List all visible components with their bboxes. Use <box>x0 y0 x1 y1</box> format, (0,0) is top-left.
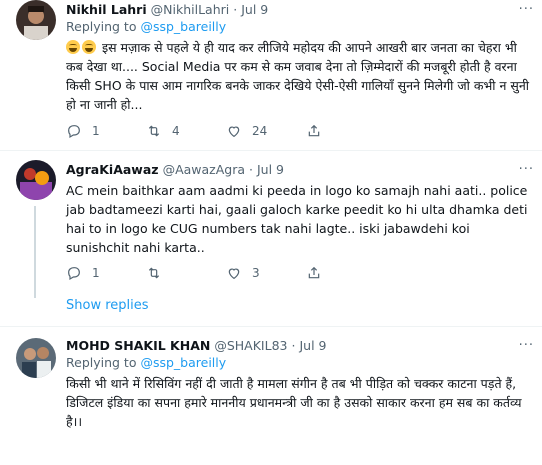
replying-to-label: Replying to <box>66 19 137 34</box>
reply-count: 1 <box>92 266 100 280</box>
tweet-date[interactable]: Jul 9 <box>257 162 284 177</box>
reply-button[interactable]: 1 <box>66 123 146 139</box>
tweet-actions: 1 3 <box>66 265 386 281</box>
thread-line <box>34 206 36 298</box>
like-count: 24 <box>252 124 268 138</box>
replying-to-mention[interactable]: @ssp_bareilly <box>140 19 226 34</box>
author-name[interactable]: Nikhil Lahri <box>66 2 147 17</box>
tweet-date[interactable]: Jul 9 <box>299 338 326 353</box>
retweet-icon <box>148 125 160 137</box>
like-icon <box>228 268 240 280</box>
more-options-icon[interactable]: ··· <box>519 162 534 177</box>
reply-icon <box>68 267 80 281</box>
reply-icon <box>68 125 80 139</box>
replying-to: Replying to @ssp_bareilly <box>66 355 534 373</box>
retweet-button[interactable] <box>146 265 226 281</box>
laughing-emoji-icon <box>82 40 96 54</box>
reply-count: 1 <box>92 124 100 138</box>
tweet-3[interactable]: MOHD SHAKIL KHAN @SHAKIL83 · Jul 9 Reply… <box>0 336 542 465</box>
more-options-icon[interactable]: ··· <box>519 338 534 353</box>
replying-to: Replying to @ssp_bareilly <box>66 19 534 37</box>
share-icon <box>308 124 320 137</box>
share-button[interactable] <box>306 123 386 139</box>
more-options-icon[interactable]: ··· <box>519 2 534 17</box>
retweet-icon <box>148 267 160 279</box>
author-handle[interactable]: @SHAKIL83 <box>214 338 287 353</box>
avatar[interactable] <box>16 338 56 378</box>
separator-dot: · <box>291 337 296 353</box>
retweet-count: 4 <box>172 124 180 138</box>
like-button[interactable]: 24 <box>226 123 306 139</box>
tweet-text: किसी भी थाने में रिसिविंग नहीं दी जाती ह… <box>66 376 522 429</box>
share-button[interactable] <box>306 265 386 281</box>
replying-to-mention[interactable]: @ssp_bareilly <box>140 355 226 370</box>
replying-to-label: Replying to <box>66 355 137 370</box>
separator-dot: · <box>249 161 253 177</box>
avatar[interactable] <box>16 0 56 40</box>
like-icon <box>228 126 240 138</box>
tweet-actions: 1 4 24 <box>66 123 386 139</box>
avatar[interactable] <box>16 160 56 200</box>
share-icon <box>308 266 320 279</box>
author-handle[interactable]: @NikhilLahri <box>151 2 230 17</box>
tweet-text: AC mein baithkar aam aadmi ki peeda in l… <box>66 183 528 255</box>
retweet-button[interactable]: 4 <box>146 123 226 139</box>
tweet-text-content: इस मज़ाक से पहले ये ही याद कर लीजिये महो… <box>66 40 529 112</box>
tweet-date[interactable]: Jul 9 <box>241 2 268 17</box>
author-name[interactable]: MOHD SHAKIL KHAN <box>66 338 210 353</box>
separator-dot: · <box>233 1 238 17</box>
show-replies-link[interactable]: Show replies <box>66 298 149 313</box>
divider <box>0 326 542 327</box>
author-handle[interactable]: @AawazAgra <box>163 162 245 177</box>
tweet-text: इस मज़ाक से पहले ये ही याद कर लीजिये महो… <box>66 38 534 114</box>
divider <box>0 150 542 151</box>
like-count: 3 <box>252 266 260 280</box>
author-name[interactable]: AgraKiAawaz <box>66 162 159 177</box>
like-button[interactable]: 3 <box>226 265 306 281</box>
reply-button[interactable]: 1 <box>66 265 146 281</box>
laughing-emoji-icon <box>66 40 80 54</box>
